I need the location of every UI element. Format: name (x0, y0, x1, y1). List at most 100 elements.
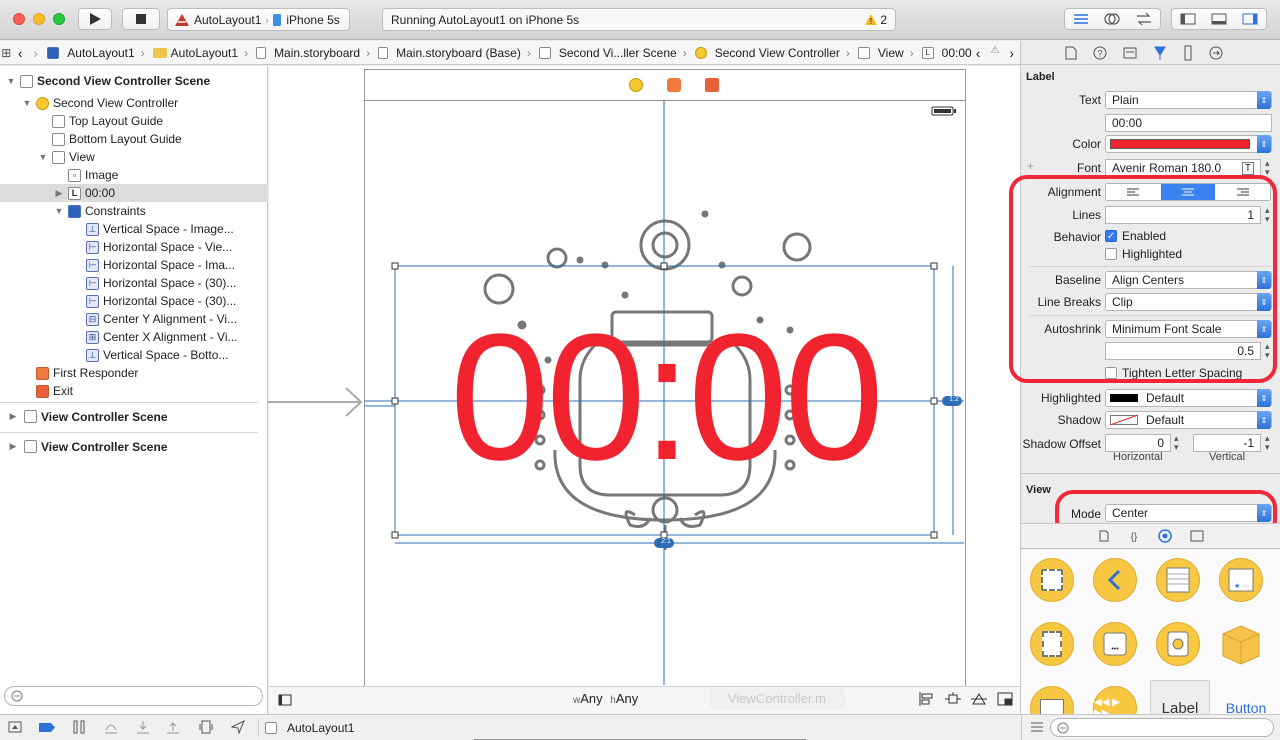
resizing-icon[interactable] (997, 692, 1013, 706)
outline-scene-view-controller[interactable]: ▶ View Controller Scene (0, 402, 258, 430)
breadcrumb-controller[interactable]: Second View Controller › (691, 46, 854, 60)
shadow-offset-h-field[interactable]: 0 (1105, 434, 1171, 452)
collection-view-controller-object-icon[interactable] (1030, 686, 1074, 714)
pause-icon[interactable] (72, 720, 86, 734)
debug-toggle-icon[interactable] (1211, 13, 1227, 25)
file-inspector-icon[interactable] (1065, 46, 1077, 60)
disclosure-open-icon[interactable]: ▼ (54, 206, 64, 216)
utilities-toggle-icon[interactable] (1242, 13, 1258, 25)
glkit-view-controller-object-icon[interactable] (1156, 622, 1200, 666)
shadow-offset-v-stepper[interactable]: ▴ ▾ (1265, 434, 1270, 452)
constraint-item[interactable]: ⊥ Vertical Space - Image... (0, 220, 268, 238)
constraint-badge[interactable]: 1:2 (944, 396, 964, 403)
disclosure-closed-icon[interactable]: ▶ (54, 188, 64, 199)
outline-bottom-layout-guide[interactable]: Bottom Layout Guide (0, 130, 268, 148)
outline-label[interactable]: ▶ L 00:00 (0, 184, 268, 202)
timer-label[interactable]: 00:00 (440, 298, 890, 498)
assistant-editor-icon[interactable] (1104, 12, 1121, 26)
object-library-icon[interactable] (1158, 529, 1172, 543)
view-controller-icon[interactable] (629, 78, 643, 92)
resolve-issues-icon[interactable] (971, 692, 987, 706)
standard-editor-icon[interactable] (1073, 13, 1089, 25)
disclosure-open-icon[interactable]: ▼ (38, 152, 48, 162)
zoom-window-button[interactable] (53, 13, 65, 25)
breadcrumb-view[interactable]: View › (854, 46, 918, 60)
constraint-item[interactable]: ⊞ Center X Alignment - Vi... (0, 328, 268, 346)
connections-inspector-icon[interactable] (1209, 46, 1223, 60)
breakpoints-toggle-icon[interactable] (38, 722, 56, 733)
stop-button[interactable] (122, 8, 160, 30)
table-view-controller-object-icon[interactable] (1156, 558, 1200, 602)
breadcrumb-project[interactable]: AutoLayout1 › (43, 46, 148, 60)
outline-image[interactable]: ▫ Image (0, 166, 268, 184)
text-type-popup[interactable]: Plain ⇕ (1105, 91, 1272, 109)
shadow-offset-h-stepper[interactable]: ▴ ▾ (1174, 434, 1179, 452)
constraint-item[interactable]: ⊢ Horizontal Space - Ima... (0, 256, 268, 274)
disclosure-open-icon[interactable]: ▼ (22, 98, 32, 108)
object-cube-icon[interactable] (1219, 622, 1263, 666)
identity-inspector-icon[interactable] (1123, 46, 1137, 60)
back-button[interactable]: ‹ (13, 45, 28, 61)
align-icon[interactable] (919, 692, 935, 706)
button-object-item[interactable]: Button (1216, 686, 1276, 714)
constraint-item[interactable]: ⊢ Horizontal Space - (30)... (0, 292, 268, 310)
hide-debug-area-icon[interactable] (8, 721, 22, 733)
outline-scene-view-controller[interactable]: ▶ View Controller Scene (0, 432, 258, 460)
split-view-controller-object-icon[interactable] (1030, 622, 1074, 666)
av-player-view-controller-object-icon[interactable]: ◀◀ ▶ ▶▶ (1093, 686, 1137, 714)
related-items-icon[interactable]: ⊞ (0, 46, 13, 60)
outline-scene-second[interactable]: ▼ Second View Controller Scene (0, 72, 268, 90)
attributes-inspector-icon[interactable] (1153, 45, 1167, 61)
debug-target-selector[interactable]: AutoLayout1 (258, 719, 354, 737)
view-controller-object-icon[interactable] (1030, 558, 1074, 602)
shadow-offset-v-field[interactable]: -1 (1193, 434, 1261, 452)
list-grid-toggle-icon[interactable] (1030, 721, 1044, 733)
disclosure-closed-icon[interactable]: ▶ (8, 411, 18, 422)
text-content-field[interactable]: 00:00 (1105, 114, 1272, 132)
location-simulation-icon[interactable] (231, 720, 245, 734)
breadcrumb-storyboard[interactable]: Main.storyboard › (252, 46, 374, 60)
close-window-button[interactable] (13, 13, 25, 25)
warning-badge[interactable]: ! 2 (865, 13, 887, 27)
code-snippet-icon[interactable]: {} (1128, 530, 1140, 542)
outline-view[interactable]: ▼ View (0, 148, 268, 166)
text-color-well[interactable]: ⇕ (1105, 135, 1272, 153)
minimize-window-button[interactable] (33, 13, 45, 25)
label-object-item[interactable]: Label (1150, 680, 1210, 714)
outline-exit[interactable]: Exit (0, 382, 268, 400)
exit-icon[interactable] (705, 78, 719, 92)
size-inspector-icon[interactable] (1183, 45, 1193, 61)
breadcrumb-storyboard-base[interactable]: Main.storyboard (Base) › (374, 46, 535, 60)
version-editor-icon[interactable] (1136, 12, 1152, 26)
step-out-icon[interactable] (166, 720, 180, 734)
breadcrumb-label[interactable]: L 00:00 (918, 46, 976, 60)
outline-first-responder[interactable]: First Responder (0, 364, 268, 382)
media-library-icon[interactable] (1190, 530, 1204, 542)
outline-filter-field[interactable] (4, 686, 263, 706)
disclosure-closed-icon[interactable]: ▶ (8, 441, 18, 452)
navigator-toggle-icon[interactable] (1180, 13, 1196, 25)
next-issue-button[interactable]: › (1009, 45, 1014, 61)
font-picker-icon[interactable]: T (1241, 161, 1254, 175)
constraint-item[interactable]: ⊟ Center Y Alignment - Vi... (0, 310, 268, 328)
scheme-selector[interactable]: AutoLayout1 › iPhone 5s (167, 8, 350, 31)
file-template-icon[interactable] (1098, 530, 1110, 542)
library-filter-field[interactable] (1050, 718, 1274, 737)
disclosure-open-icon[interactable]: ▼ (6, 76, 16, 86)
step-into-icon[interactable] (136, 720, 150, 734)
constraint-badge[interactable]: 2:1 (656, 538, 676, 545)
outline-constraints[interactable]: ▼ Constraints (0, 202, 268, 220)
outline-top-layout-guide[interactable]: Top Layout Guide (0, 112, 268, 130)
tab-bar-controller-object-icon[interactable]: ★ ··· (1219, 558, 1263, 602)
outline-view-controller[interactable]: ▼ Second View Controller (0, 94, 268, 112)
pin-icon[interactable] (945, 692, 961, 706)
constraint-item[interactable]: ⊢ Horizontal Space - (30)... (0, 274, 268, 292)
navigation-controller-object-icon[interactable] (1093, 558, 1137, 602)
previous-issue-button[interactable]: ‹ (976, 45, 981, 61)
page-view-controller-object-icon[interactable]: ••• (1093, 622, 1137, 666)
constraint-item[interactable]: ⊢ Horizontal Space - Vie... (0, 238, 268, 256)
breadcrumb-scene[interactable]: Second Vi...ller Scene › (535, 46, 691, 60)
highlighted-color-popup[interactable]: Default ⇕ (1105, 389, 1272, 407)
font-size-stepper[interactable]: ▴ ▾ (1265, 159, 1270, 177)
view-debugger-icon[interactable] (199, 720, 213, 734)
